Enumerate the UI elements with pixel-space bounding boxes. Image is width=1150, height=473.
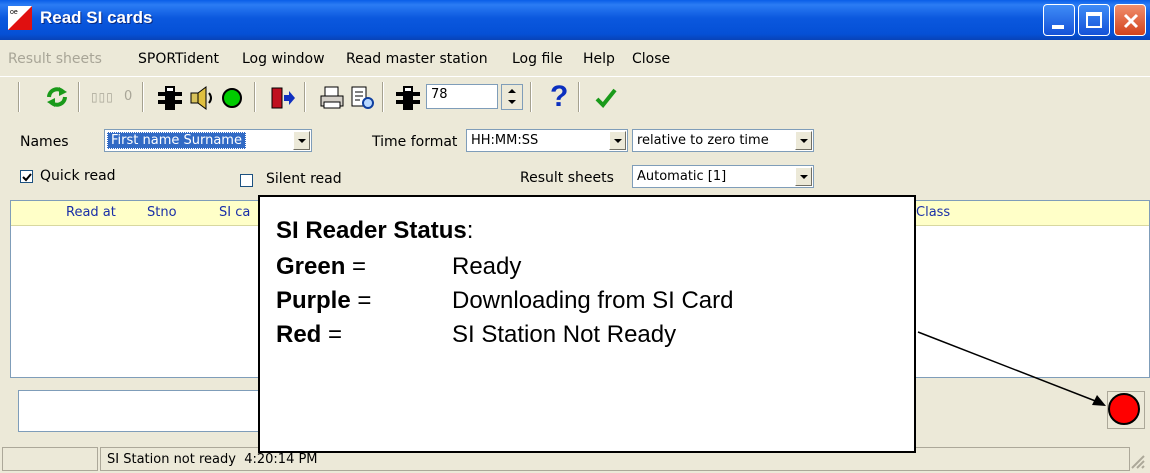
close-icon [1123,13,1139,29]
oe-flag-icon: oe [8,6,32,30]
legend-equals: = [350,287,372,314]
chevron-down-icon[interactable] [609,131,626,150]
counter-icon: ▯▯▯ [91,90,114,104]
callout-arrow [917,331,1106,406]
time-relative-value: relative to zero time [637,133,769,148]
toolbar-separator [254,82,256,112]
refresh-icon[interactable] [44,84,70,110]
title-bar[interactable] [0,0,1150,40]
column-si-card[interactable]: SI ca [219,205,250,220]
column-stno[interactable]: Stno [147,205,177,220]
legend-value: SI Station Not Ready [452,321,677,348]
chevron-down-icon[interactable] [795,167,812,186]
legend-key: Red [276,321,322,348]
menu-bar: Result sheets SPORTident Log window Read… [0,40,1150,74]
svg-text:oe: oe [10,9,18,16]
legend-row-purple: Purple = [276,287,371,315]
exit-door-icon[interactable] [268,84,296,112]
window-title: Read SI cards [40,8,153,27]
status-pane [2,447,98,471]
chevron-down-icon[interactable] [293,131,310,150]
station-icon[interactable] [394,84,422,112]
station-icon[interactable] [156,84,184,112]
spinner-up-icon[interactable] [508,89,516,93]
print-icon[interactable] [318,84,346,112]
callout-title-text: SI Reader Status [276,217,467,244]
menu-close[interactable]: Close [632,51,670,67]
menu-log-file[interactable]: Log file [512,51,563,67]
read-counter: 0 [124,89,133,104]
legend-key: Purple [276,287,351,314]
spinner-value: 78 [431,87,448,102]
spinner-down-icon[interactable] [508,100,516,104]
maximize-button[interactable] [1078,4,1110,36]
names-label: Names [20,134,69,150]
menu-help[interactable]: Help [583,51,615,67]
legend-row-red: Red = [276,321,342,349]
legend-equals: = [345,253,367,280]
preview-icon[interactable] [348,84,376,112]
result-sheets-label: Result sheets [520,170,614,186]
sound-icon[interactable] [188,84,216,112]
resize-grip-icon[interactable] [1128,452,1146,470]
green-status-icon[interactable] [220,86,244,110]
menu-result-sheets[interactable]: Result sheets [8,51,102,67]
menu-sportident[interactable]: SPORTident [138,51,219,67]
toolbar-separator [578,82,580,112]
time-format-value: HH:MM:SS [471,133,539,148]
result-sheets-select[interactable]: Automatic [1] [632,165,814,188]
time-format-select[interactable]: HH:MM:SS [466,129,628,152]
column-read-at[interactable]: Read at [66,205,116,220]
time-relative-select[interactable]: relative to zero time [632,129,814,152]
spinner-buttons[interactable] [501,84,523,110]
legend-value: Downloading from SI Card [452,287,734,314]
check-icon[interactable] [594,86,618,110]
legend-row-green: Green = [276,253,366,281]
checkmark-icon [22,173,32,182]
toolbar-separator [382,82,384,112]
status-legend-callout: SI Reader Status: Green = Ready Purple =… [258,195,916,453]
quick-read-label[interactable]: Quick read [40,168,116,184]
time-format-label: Time format [372,134,458,150]
minimize-button[interactable] [1043,4,1075,36]
menu-read-master-station[interactable]: Read master station [346,51,488,67]
toolbar-separator [18,82,20,112]
status-text: SI Station not ready 4:20:14 PM [107,452,318,467]
result-sheets-value: Automatic [1] [637,169,727,184]
silent-read-label[interactable]: Silent read [266,171,342,187]
toolbar-separator [142,82,144,112]
close-button[interactable] [1114,4,1146,36]
legend-value: Ready [452,253,522,280]
names-select[interactable]: First name Surname [104,129,312,152]
spinner-input[interactable]: 78 [426,84,498,109]
menu-log-window[interactable]: Log window [242,51,325,67]
help-icon[interactable]: ? [550,80,568,114]
column-class[interactable]: Class [916,205,950,220]
toolbar-separator [78,82,80,112]
chevron-down-icon[interactable] [795,131,812,150]
maximize-icon [1086,12,1102,28]
callout-title: SI Reader Status: [276,217,473,245]
legend-key: Green [276,253,346,280]
names-value: First name Surname [107,132,246,149]
quick-read-checkbox[interactable] [20,170,33,183]
silent-read-checkbox[interactable] [240,174,253,187]
toolbar-separator [304,82,306,112]
minimize-icon [1052,25,1064,29]
callout-title-suffix: : [466,217,474,244]
legend-equals: = [321,321,343,348]
toolbar-separator [530,82,532,112]
